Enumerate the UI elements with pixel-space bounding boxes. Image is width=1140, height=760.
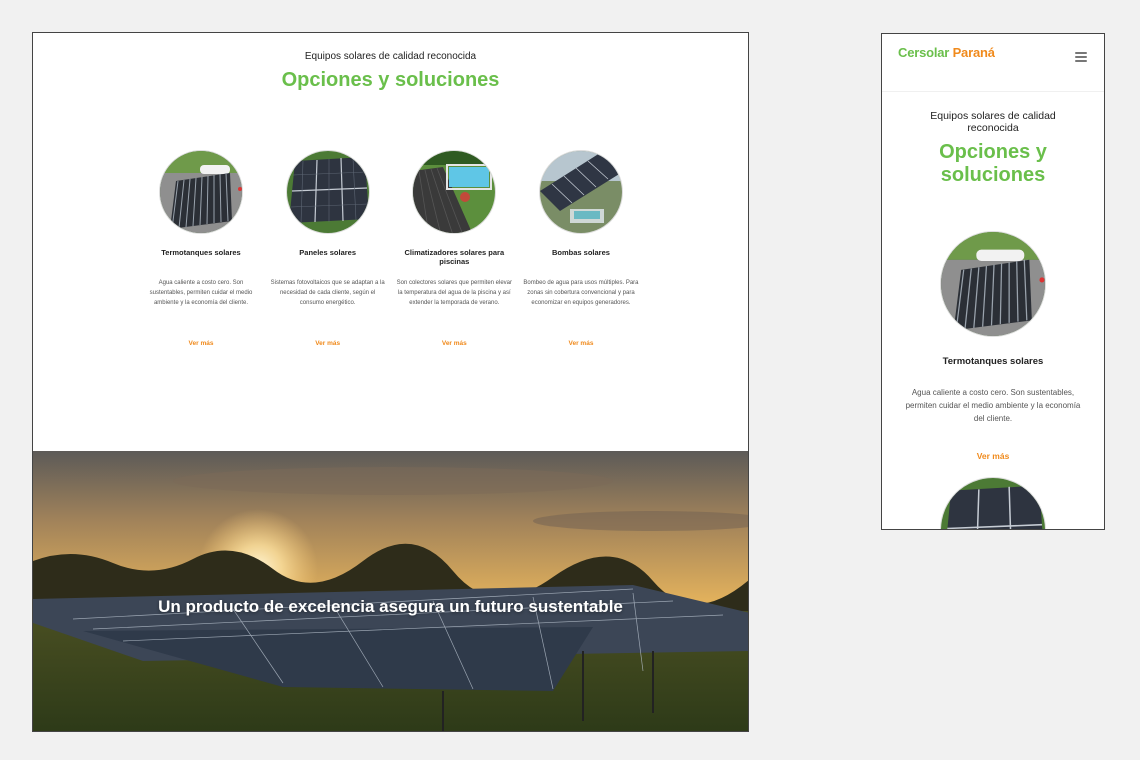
sunset-solar-farm-image bbox=[33, 451, 748, 731]
brand-logo[interactable]: Cersolar Paraná bbox=[898, 45, 995, 60]
solar-water-heater-image bbox=[159, 150, 243, 234]
ver-mas-link[interactable]: Ver más bbox=[521, 340, 641, 347]
product-title: Termotanques solares bbox=[942, 356, 1044, 367]
hamburger-menu-icon[interactable] bbox=[1075, 52, 1087, 62]
product-card-climatizadores: Climatizadores solares para piscinas Son… bbox=[394, 150, 514, 347]
ver-mas-link[interactable]: Ver más bbox=[268, 340, 388, 347]
product-card-bombas: Bombas solares Bombeo de agua para usos … bbox=[521, 150, 641, 347]
section-title: Opciones y soluciones bbox=[939, 141, 1047, 186]
ver-mas-link[interactable]: Ver más bbox=[394, 340, 514, 347]
product-card-paneles: Paneles solares Sistemas fotovoltaicos q… bbox=[268, 150, 388, 347]
product-description: Son colectores solares que permiten elev… bbox=[396, 280, 513, 306]
solutions-section: Equipos solares de calidad reconocida Op… bbox=[33, 33, 748, 451]
product-description: Agua caliente a costo cero. Son sustenta… bbox=[905, 388, 1081, 423]
hero-banner: Un producto de excelencia asegura un fut… bbox=[33, 451, 748, 731]
product-description: Bombeo de agua para usos múltiples. Para… bbox=[523, 280, 639, 306]
solar-panels-image bbox=[285, 150, 370, 234]
logo-main-text: Cersolar bbox=[898, 45, 950, 60]
product-description: Sistemas fotovoltaicos que se adaptan a … bbox=[270, 280, 385, 306]
product-title: Termotanques solares bbox=[161, 248, 241, 257]
section-title: Opciones y soluciones bbox=[281, 69, 500, 91]
product-title: Climatizadores solares para piscinas bbox=[404, 248, 505, 266]
mobile-header: Cersolar Paraná bbox=[882, 34, 1104, 92]
section-kicker: Equipos solares de calidad reconocida bbox=[930, 110, 1056, 134]
ver-mas-link[interactable]: Ver más bbox=[882, 451, 1104, 461]
product-title: Paneles solares bbox=[299, 248, 357, 257]
solar-panels-image bbox=[940, 477, 1046, 529]
ver-mas-link[interactable]: Ver más bbox=[141, 340, 261, 347]
water-pump-image bbox=[538, 150, 623, 234]
products-grid: Termotanques solares Agua caliente a cos… bbox=[141, 150, 641, 347]
logo-accent-text: Paraná bbox=[952, 45, 995, 60]
pool-heater-image bbox=[412, 150, 497, 234]
hero-headline: Un producto de excelencia asegura un fut… bbox=[158, 597, 623, 616]
solar-water-heater-image bbox=[940, 231, 1046, 337]
desktop-preview: Equipos solares de calidad reconocida Op… bbox=[32, 32, 749, 732]
product-title: Bombas solares bbox=[551, 248, 610, 257]
mobile-preview: Cersolar Paraná Equipos solares de calid… bbox=[881, 33, 1105, 530]
product-card-termotanques: Termotanques solares Agua caliente a cos… bbox=[141, 150, 261, 347]
section-kicker: Equipos solares de calidad reconocida bbox=[304, 51, 477, 62]
product-description: Agua caliente a costo cero. Son sustenta… bbox=[149, 280, 253, 306]
